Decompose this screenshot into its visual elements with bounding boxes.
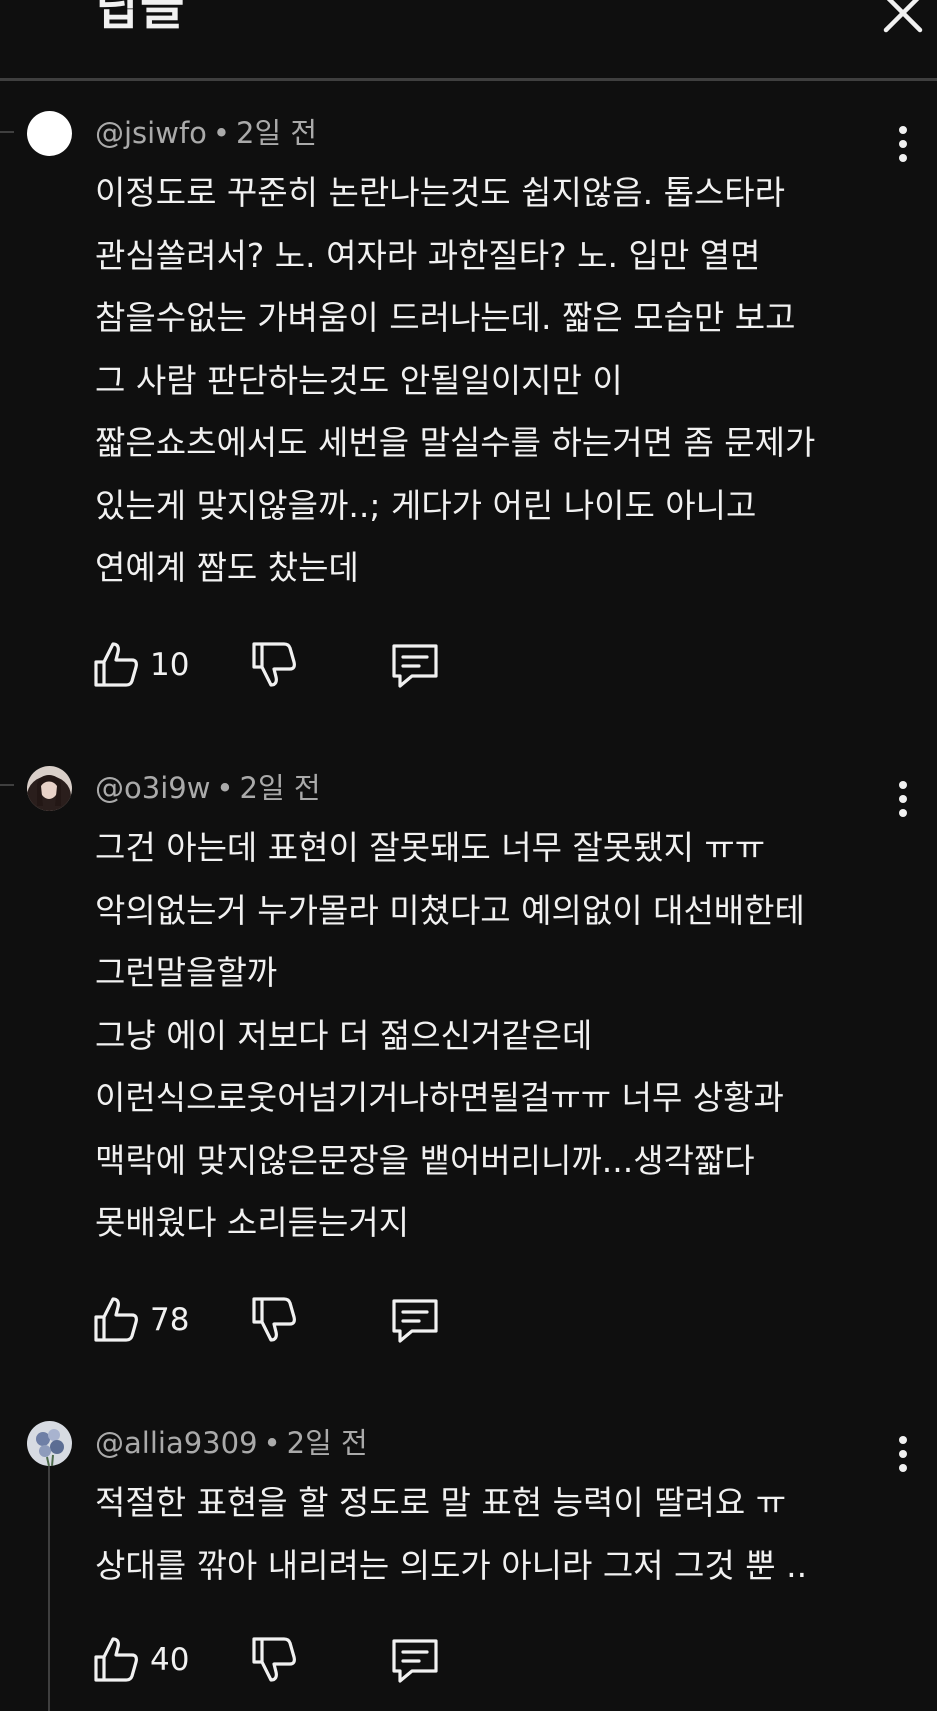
comment-line: 참을수없는 가벼움이 드러나는데. 짧은 모습만 보고 <box>95 298 796 337</box>
comment-text: 그건 아는데 표현이 잘못돼도 너무 잘못됐지 ㅠㅠ 악의없는거 누가몰라 미쳤… <box>95 817 805 1255</box>
reply-button[interactable] <box>390 1295 440 1345</box>
dislike-button[interactable] <box>250 640 298 690</box>
thumb-up-icon <box>94 1297 138 1342</box>
comment-username[interactable]: @allia9309 <box>95 1426 258 1460</box>
comment-line: 못배웠다 소리듣는거지 <box>95 1203 410 1242</box>
page-title: 답글 <box>96 0 185 36</box>
comment-line: 이런식으로웃어넘기거나하면될걸ㅠㅠ 너무 상황과 <box>95 1078 784 1117</box>
reply-comment-icon <box>392 1639 438 1683</box>
comment-meta: @jsiwfo • 2일 전 <box>95 115 317 151</box>
close-button[interactable] <box>880 0 926 34</box>
avatar[interactable] <box>27 766 72 811</box>
comment-text: 이정도로 꾸준히 논란나는것도 쉽지않음. 톱스타라 관심쏠려서? 노. 여자라… <box>95 162 815 600</box>
thumb-down-icon <box>252 1637 296 1682</box>
comment-line: 적절한 표현을 할 정도로 말 표현 능력이 딸려요 ㅠ <box>95 1483 787 1522</box>
like-button[interactable]: 78 <box>92 1295 192 1345</box>
like-count: 78 <box>150 1302 190 1338</box>
comment-line: 그냥 에이 저보다 더 젊으신거같은데 <box>95 1015 593 1055</box>
thumb-up-icon <box>94 1637 138 1682</box>
comment-meta: @o3i9w • 2일 전 <box>95 770 321 806</box>
comment-line: 악의없는거 누가몰라 미쳤다고 예의없이 대선배한테 <box>95 890 805 930</box>
reply-button[interactable] <box>390 640 440 690</box>
avatar-image <box>27 1421 72 1466</box>
close-icon <box>883 0 923 33</box>
comment-meta: @allia9309 • 2일 전 <box>95 1425 368 1461</box>
meta-separator: • <box>216 771 234 805</box>
comment-line: 그런말을할까 <box>95 953 278 992</box>
like-button[interactable]: 40 <box>92 1635 192 1685</box>
comment-line: 그 사람 판단하는것도 안될일이지만 이 <box>95 360 623 400</box>
dislike-button[interactable] <box>250 1295 298 1345</box>
comment-username[interactable]: @jsiwfo <box>95 116 207 150</box>
more-options-button[interactable] <box>889 1434 917 1474</box>
thumb-up-icon <box>94 642 138 687</box>
meta-separator: • <box>263 1426 281 1460</box>
reply-comment-icon <box>392 644 438 688</box>
meta-separator: • <box>212 116 231 150</box>
more-options-button[interactable] <box>889 779 917 819</box>
comment-line: 관심쏠려서? 노. 여자라 과한질타? 노. 입만 열면 <box>95 235 761 275</box>
comment-time: 2일 전 <box>286 1426 368 1460</box>
thread-line-top <box>0 131 14 133</box>
comment-time: 2일 전 <box>239 771 321 805</box>
more-options-button[interactable] <box>889 124 917 164</box>
like-count: 40 <box>150 1642 190 1678</box>
avatar[interactable] <box>27 111 72 156</box>
comment-text: 적절한 표현을 할 정도로 말 표현 능력이 딸려요 ㅠ 상대를 깎아 내리려는… <box>95 1472 807 1597</box>
like-button[interactable]: 10 <box>92 640 192 690</box>
reply-button[interactable] <box>390 1635 440 1685</box>
dislike-button[interactable] <box>250 1635 298 1685</box>
avatar[interactable] <box>27 1421 72 1466</box>
comment-line: 상대를 깎아 내리려는 의도가 아니라 그저 그것 뿐 .. <box>95 1545 808 1585</box>
comment-line: 짧은쇼츠에서도 세번을 말실수를 하는거면 좀 문제가 <box>95 423 816 462</box>
comment-line: 이정도로 꾸준히 논란나는것도 쉽지않음. 톱스타라 <box>95 173 786 212</box>
replies-header: 답글 <box>0 0 937 80</box>
header-divider <box>0 78 937 81</box>
comment-username[interactable]: @o3i9w <box>95 771 210 805</box>
thread-line-vertical <box>48 1426 50 1711</box>
like-count: 10 <box>150 647 190 683</box>
thumb-down-icon <box>252 1297 296 1342</box>
thumb-down-icon <box>252 642 296 687</box>
comment-line: 맥락에 맞지않은문장을 뱉어버리니까...생각짧다 <box>95 1140 755 1180</box>
comment-line: 연예계 짬도 찼는데 <box>95 548 359 587</box>
thread-line-branch <box>0 784 14 786</box>
comment-line: 있는게 맞지않을까..; 게다가 어린 나이도 아니고 <box>95 485 757 525</box>
comment-time: 2일 전 <box>236 116 318 150</box>
comment-line: 그건 아는데 표현이 잘못돼도 너무 잘못됐지 ㅠㅠ <box>95 828 766 867</box>
avatar-image <box>27 766 72 811</box>
reply-comment-icon <box>392 1299 438 1343</box>
